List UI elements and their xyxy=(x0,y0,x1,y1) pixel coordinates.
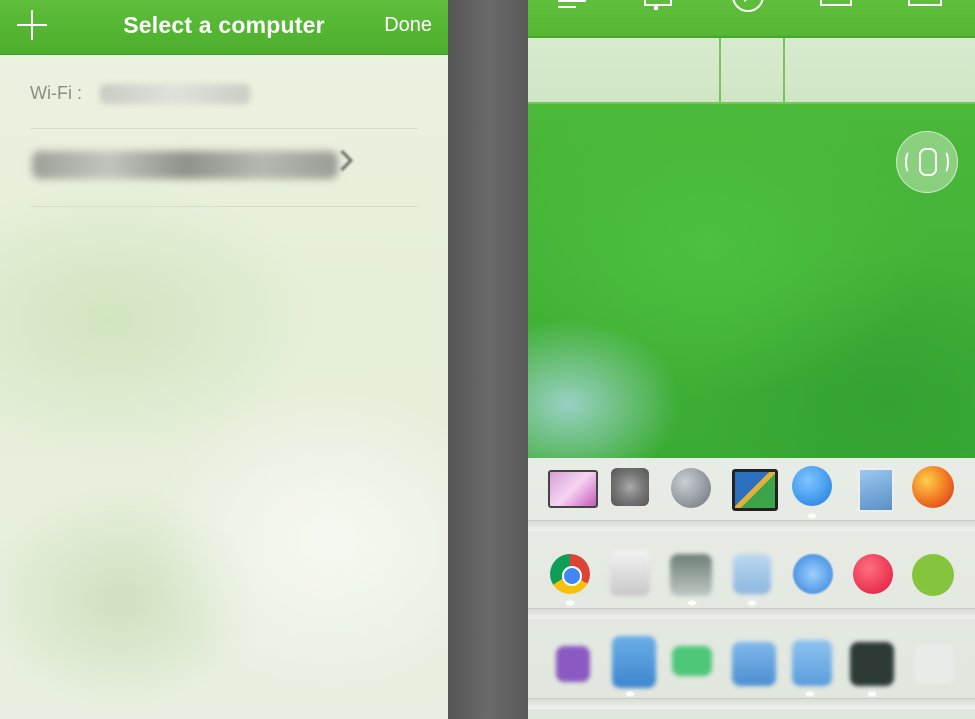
divider-gap xyxy=(448,0,528,719)
monitor-icon[interactable] xyxy=(642,0,672,14)
wifi-label: Wi-Fi : xyxy=(30,83,82,103)
done-button[interactable]: Done xyxy=(384,14,432,37)
page-title: Select a computer xyxy=(123,12,325,38)
middle-click-button[interactable] xyxy=(721,38,785,102)
remote-control-panel xyxy=(528,0,975,719)
blurred-app-icon[interactable] xyxy=(792,640,832,686)
firefox-icon[interactable] xyxy=(912,466,954,508)
blurred-app-icon[interactable] xyxy=(612,636,656,688)
itunes-icon[interactable] xyxy=(853,554,893,594)
menu-icon[interactable] xyxy=(558,0,588,14)
blurred-app-icon[interactable] xyxy=(670,554,712,596)
safari-icon[interactable] xyxy=(793,554,833,594)
wifi-row: Wi-Fi : xyxy=(30,80,418,129)
keyboard-icon[interactable] xyxy=(908,0,942,14)
blurred-app-icon[interactable] xyxy=(914,644,954,684)
blurred-app-icon[interactable] xyxy=(672,646,712,676)
mouse-icon xyxy=(919,148,937,176)
trackpad-area[interactable] xyxy=(528,104,975,458)
dock-shelf xyxy=(528,608,975,619)
signal-wave-right-icon xyxy=(939,150,949,174)
mission-control-icon[interactable] xyxy=(732,469,778,511)
left-click-button[interactable] xyxy=(528,38,721,102)
launchpad-wallpaper-icon[interactable] xyxy=(548,470,598,508)
running-indicator xyxy=(868,692,876,696)
system-preferences-icon[interactable] xyxy=(611,468,649,506)
window-icon[interactable] xyxy=(820,0,852,14)
chrome-center-icon xyxy=(562,566,582,586)
wifi-network-name-redacted xyxy=(100,84,250,104)
computer-picker-panel: Select a computer Done Wi-Fi : xyxy=(0,0,448,719)
running-indicator xyxy=(688,601,696,605)
mouse-mode-button[interactable] xyxy=(896,131,958,193)
right-click-button[interactable] xyxy=(785,38,975,102)
computer-list-item[interactable] xyxy=(30,129,418,207)
app-dock xyxy=(528,458,975,719)
nav-bar: Select a computer Done xyxy=(0,0,448,55)
blurred-app-icon[interactable] xyxy=(556,646,590,682)
rocket-launchpad-icon[interactable] xyxy=(671,468,711,508)
running-indicator xyxy=(626,692,634,696)
computer-name-redacted xyxy=(32,151,338,179)
blurred-app-icon[interactable] xyxy=(732,642,776,686)
running-indicator xyxy=(566,601,574,605)
dock-shelf xyxy=(528,698,975,709)
blurred-app-icon[interactable] xyxy=(850,642,894,686)
running-indicator xyxy=(808,514,816,518)
mouse-button-row xyxy=(528,38,975,104)
remote-toolbar xyxy=(528,0,975,38)
blurred-app-icon[interactable] xyxy=(610,550,650,596)
dock-shelf xyxy=(528,520,975,531)
spotify-icon[interactable] xyxy=(912,554,954,596)
signal-wave-left-icon xyxy=(905,150,915,174)
running-indicator xyxy=(748,601,756,605)
running-indicator xyxy=(806,692,814,696)
chrome-icon[interactable] xyxy=(550,554,590,594)
preview-icon[interactable] xyxy=(858,468,894,512)
blurred-app-icon[interactable] xyxy=(733,554,771,594)
app-store-icon[interactable] xyxy=(792,466,832,506)
play-icon[interactable] xyxy=(732,0,764,14)
